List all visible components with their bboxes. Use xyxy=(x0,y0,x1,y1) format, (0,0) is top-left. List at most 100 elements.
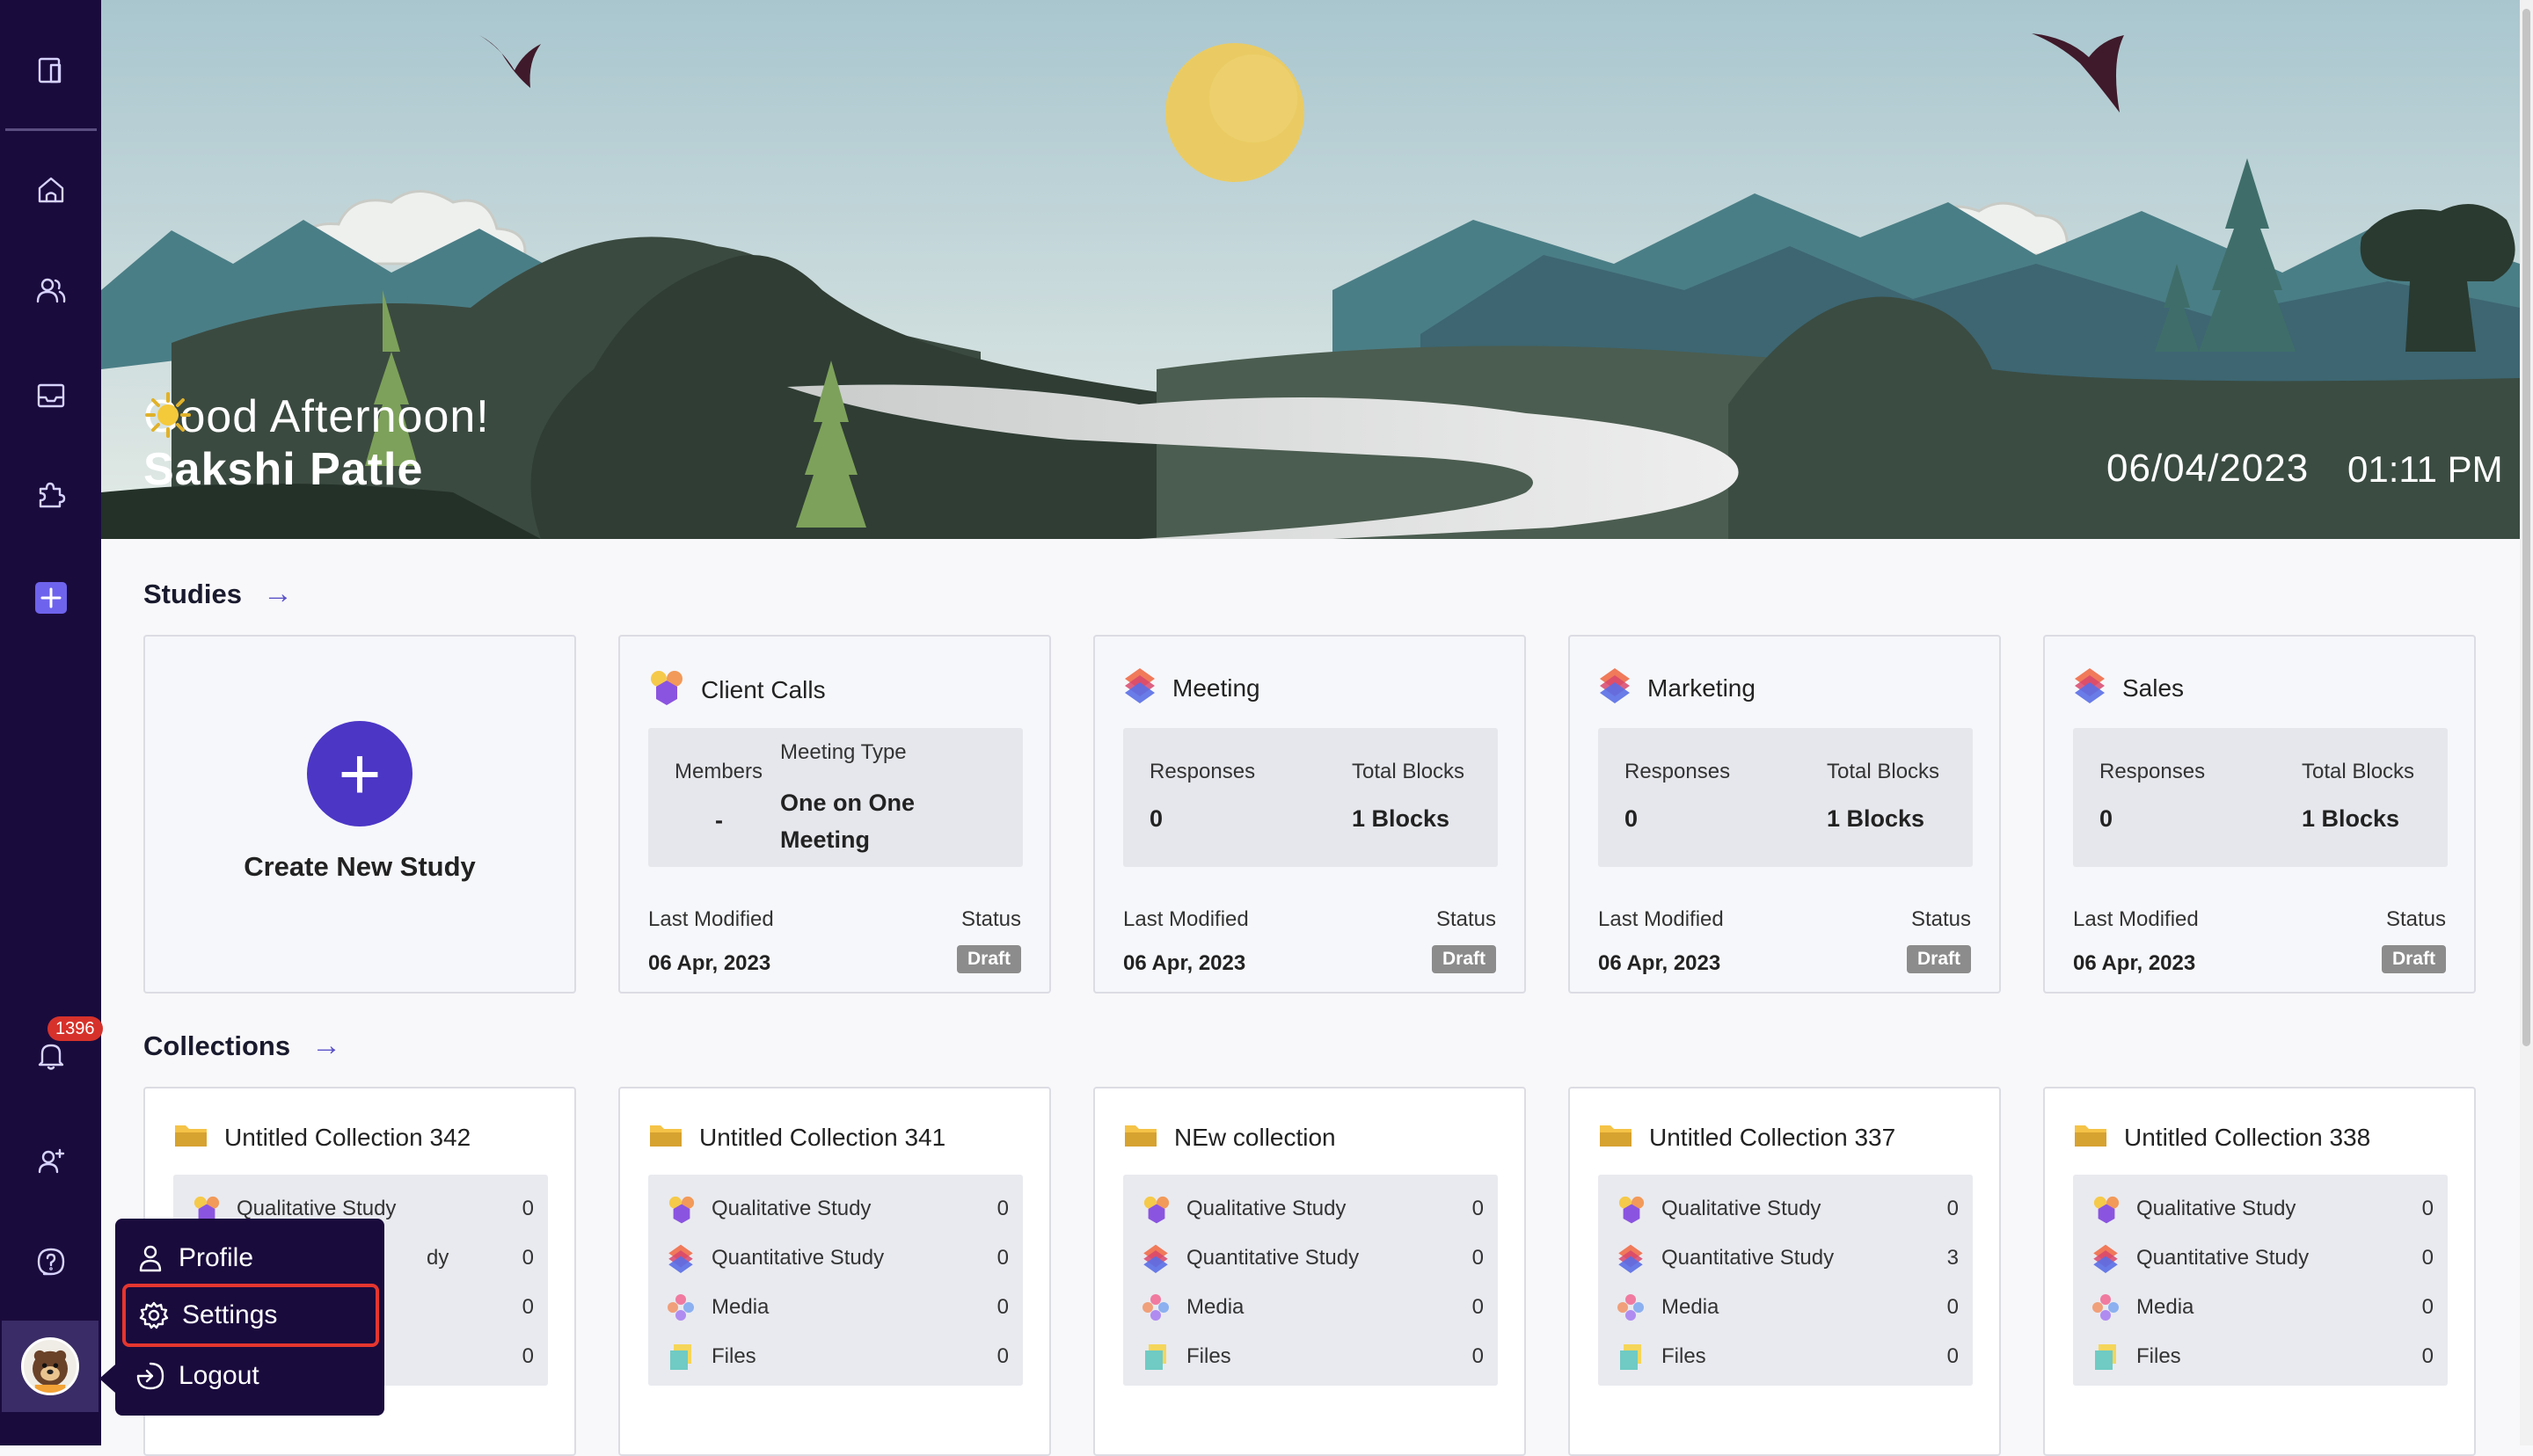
study-card-header: Marketing xyxy=(1596,666,1756,710)
collection-row: Qualitative Study 0 xyxy=(1141,1187,1484,1231)
row-count: 3 xyxy=(1946,1246,1959,1270)
collection-row: Quantitative Study 0 xyxy=(2091,1236,2434,1280)
status-badge: Draft xyxy=(1431,945,1496,973)
study-card[interactable]: Client Calls Members - Meeting Type One … xyxy=(618,635,1051,994)
media-icon xyxy=(2091,1292,2126,1322)
total-blocks-value: 1 Blocks xyxy=(1352,805,1450,832)
sidebar: 1396 xyxy=(0,0,103,1445)
media-icon xyxy=(1616,1292,1651,1322)
study-name: Sales xyxy=(2122,673,2185,702)
collection-stats: Qualitative Study 0 Quantitative Study 0… xyxy=(2073,1175,2448,1386)
settings-menu-item[interactable]: Settings xyxy=(122,1284,379,1347)
studies-header[interactable]: Studies → xyxy=(143,577,293,611)
last-modified-value: 06 Apr, 2023 xyxy=(1598,951,1721,975)
collection-card-header: Untitled Collection 341 xyxy=(648,1120,945,1154)
collection-row: Qualitative Study 0 xyxy=(1616,1187,1959,1231)
profile-menu-item[interactable]: Profile xyxy=(135,1233,372,1284)
status-badge: Draft xyxy=(2381,945,2446,973)
logout-icon xyxy=(136,1362,164,1390)
study-card[interactable]: Sales Responses 0 Total Blocks 1 Blocks … xyxy=(2043,635,2476,994)
profile-label: Profile xyxy=(179,1243,254,1272)
notification-badge: 1396 xyxy=(47,1016,103,1041)
folder-icon xyxy=(2073,1120,2108,1154)
last-modified-value: 06 Apr, 2023 xyxy=(1123,951,1246,975)
row-label: Quantitative Study xyxy=(712,1246,885,1270)
create-new-study-label: Create New Study xyxy=(244,851,476,882)
puzzle-icon[interactable] xyxy=(0,459,101,529)
members-value: - xyxy=(715,807,723,834)
home-icon[interactable] xyxy=(0,155,101,225)
last-modified-label: Last Modified xyxy=(2073,907,2199,931)
add-user-icon[interactable] xyxy=(0,1125,101,1196)
arrow-right-icon[interactable]: → xyxy=(311,1029,341,1063)
collection-row: Files 0 xyxy=(1616,1335,1959,1379)
row-label: Quantitative Study xyxy=(1661,1246,1835,1270)
row-label: Files xyxy=(712,1344,756,1368)
study-card[interactable]: Meeting Responses 0 Total Blocks 1 Block… xyxy=(1093,635,1526,994)
inbox-icon[interactable] xyxy=(0,360,101,431)
logout-menu-item[interactable]: Logout xyxy=(135,1350,372,1401)
study-stats: Responses 0 Total Blocks 1 Blocks xyxy=(2073,728,2448,867)
create-new-study-card[interactable]: + Create New Study xyxy=(143,635,576,994)
last-modified-value: 06 Apr, 2023 xyxy=(2073,951,2196,975)
quantitative-study-icon xyxy=(1121,666,1158,710)
collection-card[interactable]: Untitled Collection 338 Qualitative Stud… xyxy=(2043,1087,2476,1456)
collections-header[interactable]: Collections → xyxy=(143,1029,341,1063)
study-name: Client Calls xyxy=(701,675,826,703)
user-avatar-button[interactable] xyxy=(2,1321,99,1412)
studies-title: Studies xyxy=(143,578,242,609)
row-label: Qualitative Study xyxy=(2136,1197,2296,1220)
status-badge: Draft xyxy=(1906,945,1971,973)
study-name: Marketing xyxy=(1647,673,1756,702)
collection-row: Quantitative Study 0 xyxy=(666,1236,1009,1280)
study-name: Meeting xyxy=(1172,673,1260,702)
row-count: 0 xyxy=(2421,1246,2434,1270)
files-icon xyxy=(2091,1342,2126,1372)
sidebar-toggle-icon[interactable] xyxy=(0,35,101,106)
row-count: 0 xyxy=(2421,1197,2434,1220)
help-icon[interactable] xyxy=(0,1227,101,1297)
collection-row: Qualitative Study 0 xyxy=(2091,1187,2434,1231)
collection-stats: Qualitative Study 0 Quantitative Study 3… xyxy=(1598,1175,1973,1386)
collection-card[interactable]: NEw collection Qualitative Study 0 Quant… xyxy=(1093,1087,1526,1456)
row-count: 0 xyxy=(522,1246,534,1270)
scrollbar-thumb[interactable] xyxy=(2522,9,2530,1046)
members-label: Members xyxy=(675,760,763,783)
last-modified-label: Last Modified xyxy=(1598,907,1724,931)
quantitative-study-icon xyxy=(2071,666,2108,710)
responses-label: Responses xyxy=(2099,760,2206,783)
collection-name: Untitled Collection 337 xyxy=(1649,1123,1896,1151)
study-card[interactable]: Marketing Responses 0 Total Blocks 1 Blo… xyxy=(1568,635,2001,994)
collection-card[interactable]: Untitled Collection 341 Qualitative Stud… xyxy=(618,1087,1051,1456)
greeting-text: Good Afternoon! xyxy=(143,390,506,443)
arrow-right-icon[interactable]: → xyxy=(263,577,293,611)
responses-value: 0 xyxy=(1150,805,1164,832)
row-count: 0 xyxy=(1471,1246,1484,1270)
collection-card[interactable]: Untitled Collection 337 Qualitative Stud… xyxy=(1568,1087,2001,1456)
quantitative-study-icon xyxy=(1141,1243,1176,1273)
logout-label: Logout xyxy=(179,1361,259,1390)
collection-name: NEw collection xyxy=(1174,1123,1336,1151)
collection-row: Media 0 xyxy=(1141,1285,1484,1329)
row-label: Media xyxy=(2136,1295,2194,1319)
row-label: Qualitative Study xyxy=(1186,1197,1347,1220)
study-stats: Responses 0 Total Blocks 1 Blocks xyxy=(1598,728,1973,867)
qualitative-study-icon xyxy=(646,666,687,713)
user-menu: Profile Settings Logout xyxy=(99,1219,384,1416)
collection-name: Untitled Collection 342 xyxy=(224,1123,471,1151)
row-label: Qualitative Study xyxy=(1661,1197,1821,1220)
files-icon xyxy=(666,1342,701,1372)
row-label: Media xyxy=(712,1295,770,1319)
files-icon xyxy=(1616,1342,1651,1372)
folder-icon xyxy=(173,1120,208,1154)
users-icon[interactable] xyxy=(0,255,101,325)
row-count: 0 xyxy=(1471,1295,1484,1319)
responses-value: 0 xyxy=(1624,805,1639,832)
total-blocks-value: 1 Blocks xyxy=(1827,805,1925,832)
row-count: 0 xyxy=(1946,1295,1959,1319)
row-count: 0 xyxy=(1471,1344,1484,1368)
plus-icon[interactable]: + xyxy=(307,721,412,826)
add-icon[interactable] xyxy=(0,563,101,633)
collection-row: Files 0 xyxy=(2091,1335,2434,1379)
row-count: 0 xyxy=(996,1344,1009,1368)
